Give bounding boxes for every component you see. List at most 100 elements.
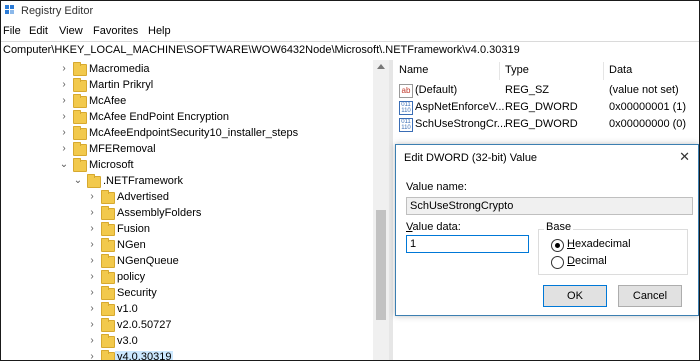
column-header-name[interactable]: Name xyxy=(399,64,428,76)
chevron-down-icon[interactable]: ⌄ xyxy=(59,159,69,171)
string-value-icon: ab xyxy=(399,84,413,98)
value-data: 0x00000000 (0) xyxy=(609,118,687,130)
value-type: REG_DWORD xyxy=(505,118,578,130)
chevron-right-icon[interactable]: › xyxy=(59,111,69,123)
close-icon[interactable]: ✕ xyxy=(679,149,690,165)
tree-item-advertised[interactable]: › Advertised xyxy=(1,190,373,206)
tree-item-mcafee[interactable]: › McAfee xyxy=(1,94,373,110)
hexadecimal-label[interactable]: Hexadecimal xyxy=(567,238,631,250)
tree-item-security[interactable]: › Security xyxy=(1,286,373,302)
menu-edit[interactable]: Edit xyxy=(29,25,48,37)
chevron-right-icon[interactable]: › xyxy=(87,351,97,360)
registry-app-icon xyxy=(5,5,14,14)
registry-tree: › Macromedia › Martin Prikryl › McAfee ›… xyxy=(1,60,389,360)
value-name: (Default) xyxy=(415,84,458,96)
value-row[interactable]: 011 110 AspNetEnforceV... REG_DWORD 0x000… xyxy=(393,100,699,116)
folder-icon xyxy=(101,270,115,284)
folder-icon xyxy=(73,78,87,92)
chevron-right-icon[interactable]: › xyxy=(87,207,97,219)
folder-icon xyxy=(101,254,115,268)
tree-item-label: McAfee EndPoint Encryption xyxy=(89,111,230,123)
decimal-label[interactable]: Decimal xyxy=(567,255,607,267)
tree-item-label: Martin Prikryl xyxy=(89,79,154,91)
chevron-right-icon[interactable]: › xyxy=(59,95,69,107)
menu-favorites[interactable]: Favorites xyxy=(93,25,138,37)
chevron-right-icon[interactable]: › xyxy=(87,255,97,267)
decimal-radio[interactable] xyxy=(551,256,564,269)
tree-item-v1[interactable]: › v1.0 xyxy=(1,302,373,318)
chevron-right-icon[interactable]: › xyxy=(59,127,69,139)
folder-icon xyxy=(101,286,115,300)
scroll-up-icon[interactable] xyxy=(377,64,385,69)
binary-value-icon: 011 110 xyxy=(399,101,413,115)
tree-item-ngenqueue[interactable]: › NGenQueue xyxy=(1,254,373,270)
tree-item-label: NGen xyxy=(117,239,146,251)
chevron-right-icon[interactable]: › xyxy=(59,143,69,155)
chevron-right-icon[interactable]: › xyxy=(87,335,97,347)
chevron-right-icon[interactable]: › xyxy=(59,79,69,91)
address-bar[interactable]: Computer\HKEY_LOCAL_MACHINE\SOFTWARE\WOW… xyxy=(1,41,699,61)
column-divider[interactable] xyxy=(603,62,604,80)
tree-scrollbar[interactable] xyxy=(373,60,389,360)
tree-item-netframework[interactable]: ⌄ .NETFramework xyxy=(1,174,373,190)
tree-item-mferemoval[interactable]: › MFERemoval xyxy=(1,142,373,158)
chevron-right-icon[interactable]: › xyxy=(87,287,97,299)
folder-icon xyxy=(101,222,115,236)
tree-item-label: Fusion xyxy=(117,223,151,235)
tree-item-label: Microsoft xyxy=(89,159,134,171)
tree-item-v4[interactable]: › v4.0.30319 xyxy=(1,350,373,360)
chevron-right-icon[interactable]: › xyxy=(87,191,97,203)
chevron-right-icon[interactable]: › xyxy=(59,63,69,75)
chevron-right-icon[interactable]: › xyxy=(87,303,97,315)
folder-icon xyxy=(101,318,115,332)
tree-item-microsoft[interactable]: ⌄ Microsoft xyxy=(1,158,373,174)
scroll-thumb[interactable] xyxy=(376,210,386,320)
value-data: 0x00000001 (1) xyxy=(609,101,687,113)
chevron-right-icon[interactable]: › xyxy=(87,239,97,251)
tree-item-label: AssemblyFolders xyxy=(117,207,202,219)
tree-item-mcafee-endpoint-encryption[interactable]: › McAfee EndPoint Encryption xyxy=(1,110,373,126)
folder-icon xyxy=(101,350,115,360)
tree-item-label: Macromedia xyxy=(89,63,150,75)
value-row[interactable]: 011 110 SchUseStrongCr... REG_DWORD 0x000… xyxy=(393,117,699,133)
chevron-down-icon[interactable]: ⌄ xyxy=(73,175,83,187)
chevron-right-icon[interactable]: › xyxy=(87,223,97,235)
folder-icon xyxy=(73,126,87,140)
cancel-button[interactable]: Cancel xyxy=(618,285,682,307)
value-row[interactable]: ab (Default) REG_SZ (value not set) xyxy=(393,83,699,99)
column-header-type[interactable]: Type xyxy=(505,64,529,76)
value-type: REG_DWORD xyxy=(505,101,578,113)
tree-item-ngen[interactable]: › NGen xyxy=(1,238,373,254)
address-path[interactable]: Computer\HKEY_LOCAL_MACHINE\SOFTWARE\WOW… xyxy=(3,44,520,56)
tree-item-martin-prikryl[interactable]: › Martin Prikryl xyxy=(1,78,373,94)
tree-item-label: Advertised xyxy=(117,191,169,203)
value-name-label: Value name: xyxy=(406,181,467,193)
tree-item-policy[interactable]: › policy xyxy=(1,270,373,286)
hexadecimal-radio[interactable] xyxy=(551,239,564,252)
tree-item-mcafee-endpoint-security[interactable]: › McAfeeEndpointSecurity10_installer_ste… xyxy=(1,126,373,142)
menu-view[interactable]: View xyxy=(59,25,83,37)
menu-help[interactable]: Help xyxy=(148,25,171,37)
value-data: (value not set) xyxy=(609,84,679,96)
tree-item-label: MFERemoval xyxy=(89,143,156,155)
column-divider[interactable] xyxy=(499,62,500,80)
folder-icon xyxy=(73,110,87,124)
tree-item-label: policy xyxy=(117,271,146,283)
ok-button[interactable]: OK xyxy=(543,285,607,307)
tree-item-label: v4.0.30319 xyxy=(115,351,174,360)
folder-icon xyxy=(101,206,115,220)
folder-icon xyxy=(73,62,87,76)
chevron-right-icon[interactable]: › xyxy=(87,319,97,331)
value-data-input[interactable]: 1 xyxy=(406,235,529,253)
tree-item-v3[interactable]: › v3.0 xyxy=(1,334,373,350)
tree-item-macromedia[interactable]: › Macromedia xyxy=(1,62,373,78)
chevron-right-icon[interactable]: › xyxy=(87,271,97,283)
column-header-data[interactable]: Data xyxy=(609,64,632,76)
tree-item-fusion[interactable]: › Fusion xyxy=(1,222,373,238)
title-bar: Registry Editor xyxy=(1,1,699,21)
hex-rest: exadecimal xyxy=(574,238,631,250)
tree-item-assemblyfolders[interactable]: › AssemblyFolders xyxy=(1,206,373,222)
tree-item-label: v2.0.50727 xyxy=(117,319,172,331)
menu-file[interactable]: File xyxy=(3,25,21,37)
tree-item-v2[interactable]: › v2.0.50727 xyxy=(1,318,373,334)
